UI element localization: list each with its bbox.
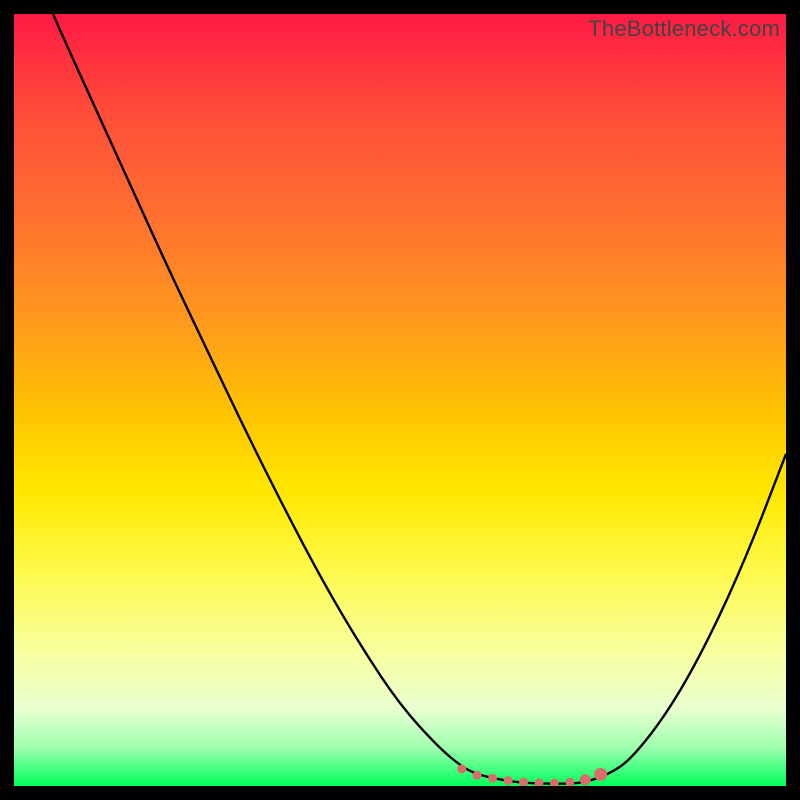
chart-svg <box>14 14 786 786</box>
marker-dot <box>458 765 466 773</box>
marker-dot <box>566 778 574 786</box>
marker-dot <box>535 779 543 786</box>
marker-dot <box>520 778 528 786</box>
marker-dot <box>550 779 558 786</box>
marker-dot <box>580 775 590 785</box>
plot-area: TheBottleneck.com <box>14 14 786 786</box>
marker-dot <box>595 768 607 780</box>
marker-dot <box>504 777 512 785</box>
marker-dot <box>473 771 481 779</box>
chart-frame: TheBottleneck.com <box>0 0 800 800</box>
bottleneck-curve-path <box>14 14 786 784</box>
marker-dot <box>489 774 497 782</box>
